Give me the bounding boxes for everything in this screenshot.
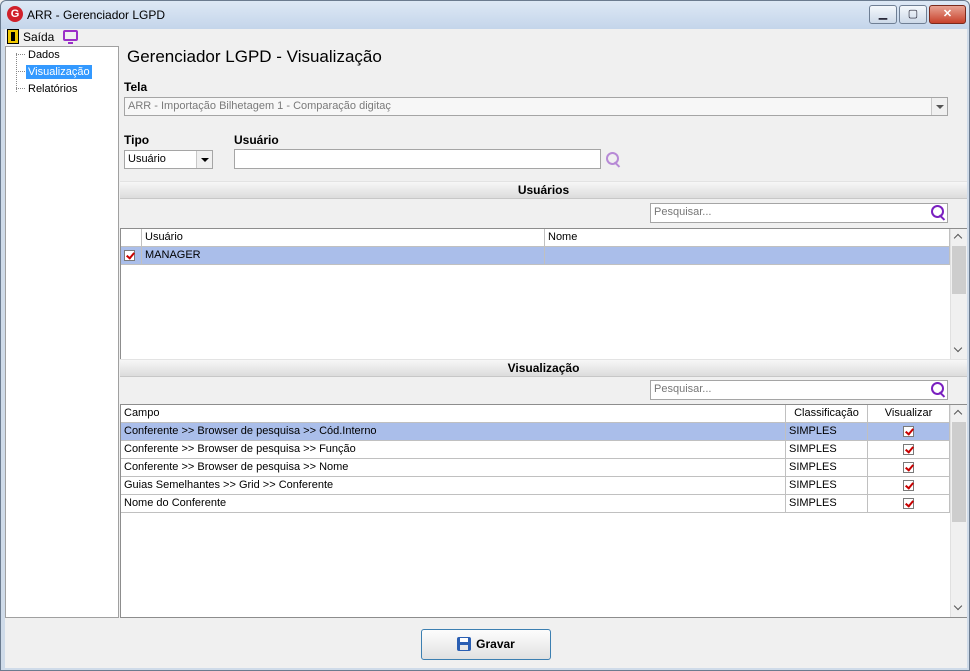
scroll-down-icon[interactable] [951, 342, 967, 359]
cell-campo: Conferente >> Browser de pesquisa >> Nom… [121, 459, 786, 476]
cell-campo: Conferente >> Browser de pesquisa >> Cód… [121, 423, 786, 440]
cell-visualizar [868, 495, 950, 512]
scrollbar-thumb[interactable] [952, 246, 966, 294]
column-header-visualizar[interactable]: Visualizar [868, 405, 950, 422]
floppy-disk-icon [457, 637, 472, 651]
usuario-label: Usuário [234, 133, 279, 147]
tipo-label: Tipo [124, 133, 150, 147]
tela-select[interactable]: ARR - Importação Bilhetagem 1 - Comparaç… [124, 97, 948, 116]
client-area: Saída Dados Visualização Relatórios Gere… [5, 29, 967, 668]
maximize-button[interactable]: ▢ [899, 5, 927, 24]
visualizacao-search-input[interactable]: Pesquisar... [650, 380, 948, 400]
visualizar-checkbox[interactable] [903, 462, 914, 473]
tree-connector [16, 88, 25, 89]
save-button[interactable]: Gravar [421, 629, 551, 660]
search-icon[interactable] [931, 205, 947, 221]
visualizacao-grid-header: Campo Classificação Visualizar [121, 405, 950, 423]
cell-visualizar [868, 477, 950, 494]
cell-classificacao: SIMPLES [786, 441, 868, 458]
cell-usuario: MANAGER [142, 247, 545, 264]
checkbox-column-header[interactable] [121, 229, 142, 246]
minimize-button[interactable]: ▁ [869, 5, 897, 24]
title-bar[interactable]: G ARR - Gerenciador LGPD ▁ ▢ ✕ [1, 1, 969, 29]
exit-door-icon[interactable] [7, 29, 19, 44]
monitor-icon[interactable] [63, 30, 78, 44]
cell-campo: Conferente >> Browser de pesquisa >> Fun… [121, 441, 786, 458]
visualizar-checkbox[interactable] [903, 444, 914, 455]
cell-visualizar [868, 441, 950, 458]
cell-classificacao: SIMPLES [786, 495, 868, 512]
tree-connector [16, 53, 17, 92]
search-icon[interactable] [606, 152, 622, 168]
tela-label: Tela [124, 80, 148, 94]
app-logo-icon: G [7, 6, 23, 22]
page-title: Gerenciador LGPD - Visualização [127, 47, 382, 66]
tree-item-dados[interactable]: Dados [26, 48, 62, 62]
scrollbar-thumb[interactable] [952, 422, 966, 522]
cell-campo: Nome do Conferente [121, 495, 786, 512]
close-button[interactable]: ✕ [929, 5, 966, 24]
chevron-down-icon[interactable] [196, 151, 212, 168]
visualizar-checkbox[interactable] [903, 498, 914, 509]
tela-select-value: ARR - Importação Bilhetagem 1 - Comparaç… [128, 100, 391, 112]
cell-classificacao: SIMPLES [786, 423, 868, 440]
navigation-tree: Dados Visualização Relatórios [5, 46, 119, 618]
chevron-down-icon[interactable] [931, 98, 947, 115]
cell-classificacao: SIMPLES [786, 477, 868, 494]
usuarios-scrollbar[interactable] [950, 229, 967, 359]
search-icon[interactable] [931, 382, 947, 398]
tipo-select[interactable]: Usuário [124, 150, 213, 169]
column-header-classificacao[interactable]: Classificação [786, 405, 868, 422]
cell-nome [545, 247, 950, 264]
tree-connector [16, 71, 25, 72]
scroll-up-icon[interactable] [951, 405, 967, 422]
scroll-down-icon[interactable] [951, 600, 967, 617]
table-row[interactable]: Conferente >> Browser de pesquisa >> Cód… [121, 423, 950, 441]
scroll-up-icon[interactable] [951, 229, 967, 246]
column-header-campo[interactable]: Campo [121, 405, 786, 422]
usuarios-section-header: Usuários [120, 181, 967, 199]
exit-button-label[interactable]: Saída [23, 30, 54, 44]
save-button-label: Gravar [476, 637, 515, 651]
tipo-select-value: Usuário [128, 153, 166, 165]
checkbox[interactable] [124, 250, 135, 261]
tree-item-visualizacao[interactable]: Visualização [26, 65, 92, 79]
table-row[interactable]: Guias Semelhantes >> Grid >> Conferente … [121, 477, 950, 495]
usuarios-search-input[interactable]: Pesquisar... [650, 203, 948, 223]
app-window: G ARR - Gerenciador LGPD ▁ ▢ ✕ Saída Dad… [0, 0, 970, 671]
cell-campo: Guias Semelhantes >> Grid >> Conferente [121, 477, 786, 494]
table-row[interactable]: Nome do Conferente SIMPLES [121, 495, 950, 513]
visualizar-checkbox[interactable] [903, 480, 914, 491]
tree-item-relatorios[interactable]: Relatórios [26, 82, 80, 96]
usuarios-grid-header: Usuário Nome [121, 229, 950, 247]
usuario-input[interactable] [234, 149, 601, 169]
table-row[interactable]: Conferente >> Browser de pesquisa >> Fun… [121, 441, 950, 459]
toolbar: Saída [5, 29, 967, 46]
visualizacao-section-header: Visualização [120, 359, 967, 377]
table-row[interactable]: Conferente >> Browser de pesquisa >> Nom… [121, 459, 950, 477]
cell-classificacao: SIMPLES [786, 459, 868, 476]
cell-visualizar [868, 423, 950, 440]
table-row[interactable]: MANAGER [121, 247, 950, 265]
visualizar-checkbox[interactable] [903, 426, 914, 437]
column-header-nome[interactable]: Nome [545, 229, 950, 246]
cell-visualizar [868, 459, 950, 476]
window-title: ARR - Gerenciador LGPD [27, 8, 166, 22]
column-header-usuario[interactable]: Usuário [142, 229, 545, 246]
tree-connector [16, 54, 25, 55]
visualizacao-grid: Campo Classificação Visualizar Conferent… [120, 404, 967, 618]
visualizacao-scrollbar[interactable] [950, 405, 967, 617]
row-checkbox-cell [121, 247, 142, 264]
usuarios-grid: Usuário Nome MANAGER [120, 228, 967, 360]
